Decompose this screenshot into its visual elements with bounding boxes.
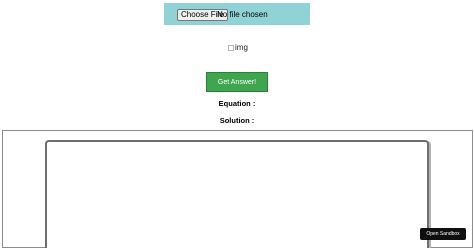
equation-label: Equation :	[218, 99, 256, 108]
drawing-canvas[interactable]	[45, 140, 429, 248]
img-checkbox-label: img	[235, 43, 248, 52]
img-option[interactable]: img	[228, 43, 248, 53]
file-status-text: No file chosen	[217, 10, 268, 19]
file-upload-bar: Choose File No file chosen	[164, 3, 310, 25]
solution-label: Solution :	[219, 116, 255, 125]
open-sandbox-button[interactable]: Open Sandbox	[420, 228, 466, 240]
img-checkbox[interactable]	[228, 45, 234, 51]
get-answer-button[interactable]: Get Answer!	[206, 72, 268, 92]
app-stage: Choose File No file chosen img Get Answe…	[0, 0, 474, 248]
